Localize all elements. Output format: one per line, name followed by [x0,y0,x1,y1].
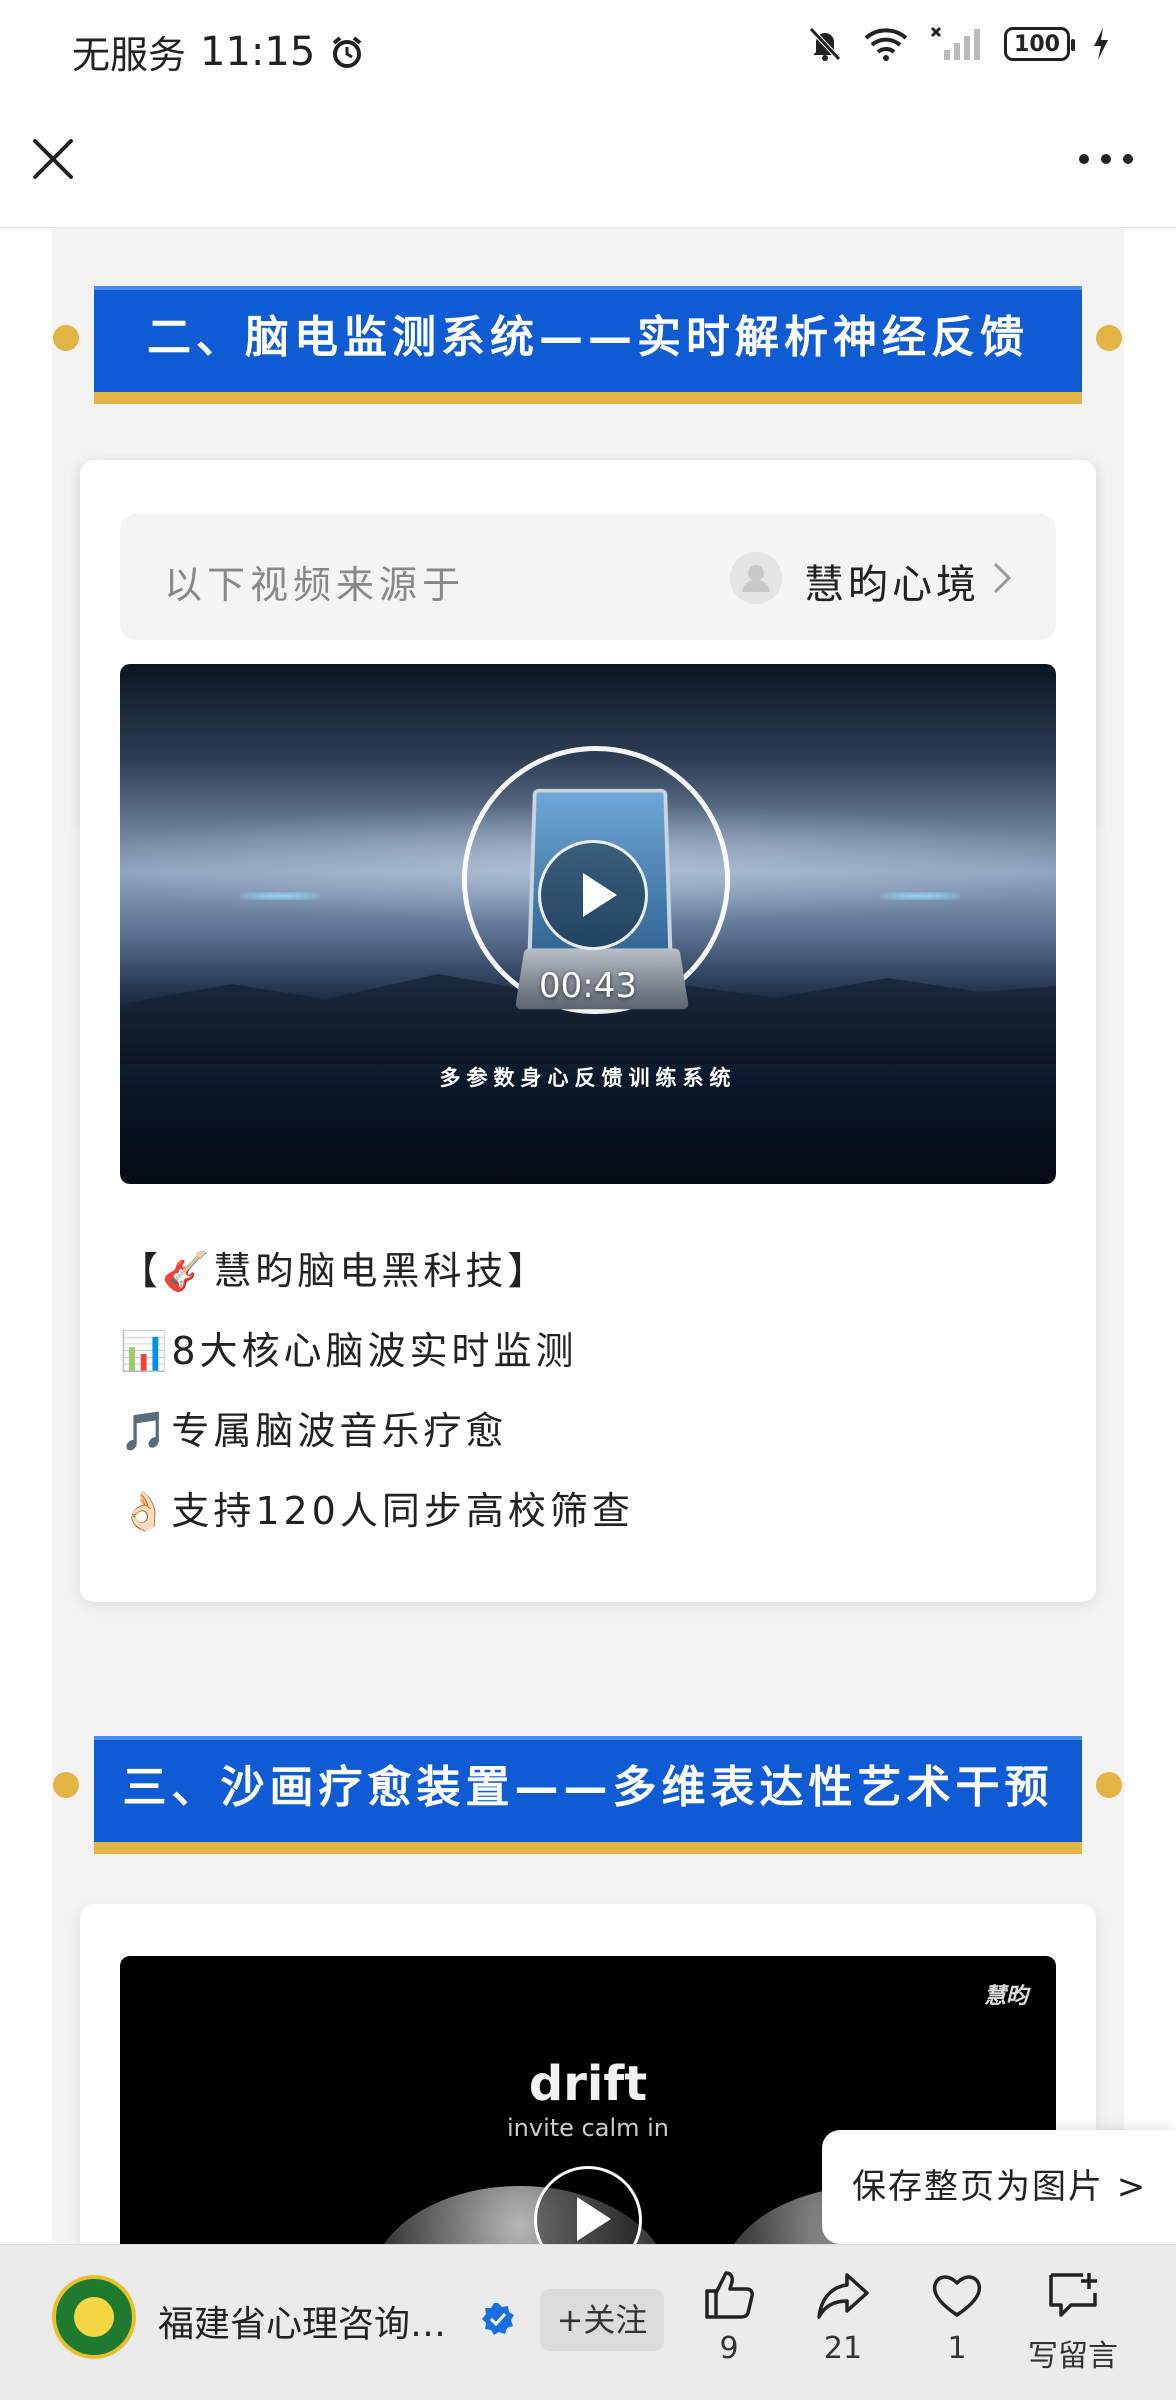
favorite-count: 1 [947,2331,967,2366]
heart-icon [932,2275,982,2317]
nav-bar [0,100,1176,228]
share-button[interactable]: 21 [788,2267,898,2366]
signal-icon [930,26,980,60]
carrier-text: 无服务 [72,33,187,77]
wifi-icon [864,28,908,61]
feature-line: 【🎸慧昀脑电黑科技】 [120,1249,550,1293]
status-left: 无服务 11:15 [72,24,365,79]
account-name[interactable]: 福建省心理咨询… [158,2295,446,2347]
decor-dot-left [53,325,79,351]
save-page-as-image-button[interactable]: 保存整页为图片 > [822,2130,1176,2244]
comment-label: 写留言 [1028,2339,1118,2374]
more-icon[interactable] [1076,136,1136,182]
account-logo[interactable] [52,2275,136,2359]
like-button[interactable]: 9 [674,2267,784,2366]
comment-icon [1049,2273,1097,2317]
feature-line: 👌🏻支持120人同步高校筛查 [120,1489,634,1533]
video-source-row[interactable]: 以下视频来源于 慧昀心境 [120,514,1056,640]
decor-dot-left [53,1772,79,1798]
share-icon [817,2273,869,2319]
video-brand-logo: 慧昀 [983,1984,1028,2009]
status-bar: 无服务 11:15 100 [0,0,1176,100]
decor-dot-right [1096,325,1122,351]
share-count: 21 [823,2331,863,2366]
video-duration: 00:43 [539,966,637,1006]
video-card-eeg: 以下视频来源于 慧昀心境 00:43 多参数身心反馈训练系统 【🎸慧昀脑电黑科技… [80,460,1096,1602]
play-icon[interactable] [538,840,648,950]
bottom-action-bar: 福建省心理咨询… +关注 9 21 1 写留言 [0,2244,1176,2400]
avatar [730,552,782,604]
user-placeholder-icon [742,565,770,592]
thumbs-up-icon [705,2271,754,2319]
comment-button[interactable]: 写留言 [1018,2267,1128,2375]
video-source-name[interactable]: 慧昀心境 [804,552,980,610]
battery-indicator: 100 [1004,27,1075,61]
favorite-button[interactable]: 1 [902,2267,1012,2366]
clock-time: 11:15 [200,28,316,75]
close-icon[interactable] [30,136,76,182]
section-title-text: 二、脑电监测系统——实时解析神经反馈 [147,312,1029,363]
chevron-right-icon [993,562,1012,594]
verified-badge-icon [482,2303,514,2335]
status-right: 100 [808,26,1110,62]
video-caption: 多参数身心反馈训练系统 [439,1066,737,1090]
feature-line: 📊8大核心脑波实时监测 [120,1329,578,1373]
decor-dot-right [1096,1772,1122,1798]
alarm-icon [333,35,362,68]
charging-icon [1094,28,1108,60]
video-thumbnail-glow [240,892,320,900]
video-headline: drift [528,2056,648,2112]
section-title-2: 二、脑电监测系统——实时解析神经反馈 [94,286,1082,406]
mute-bell-icon [809,27,841,61]
video-thumbnail-glow [880,892,960,900]
video-player-eeg[interactable]: 00:43 多参数身心反馈训练系统 [120,664,1056,1184]
video-source-label: 以下视频来源于 [164,563,466,607]
like-count: 9 [719,2331,739,2366]
feature-line: 🎵专属脑波音乐疗愈 [120,1409,508,1453]
follow-button[interactable]: +关注 [540,2289,664,2351]
section-title-text: 三、沙画疗愈装置——多维表达性艺术干预 [122,1762,1054,1813]
section-title-3: 三、沙画疗愈装置——多维表达性艺术干预 [94,1736,1082,1856]
